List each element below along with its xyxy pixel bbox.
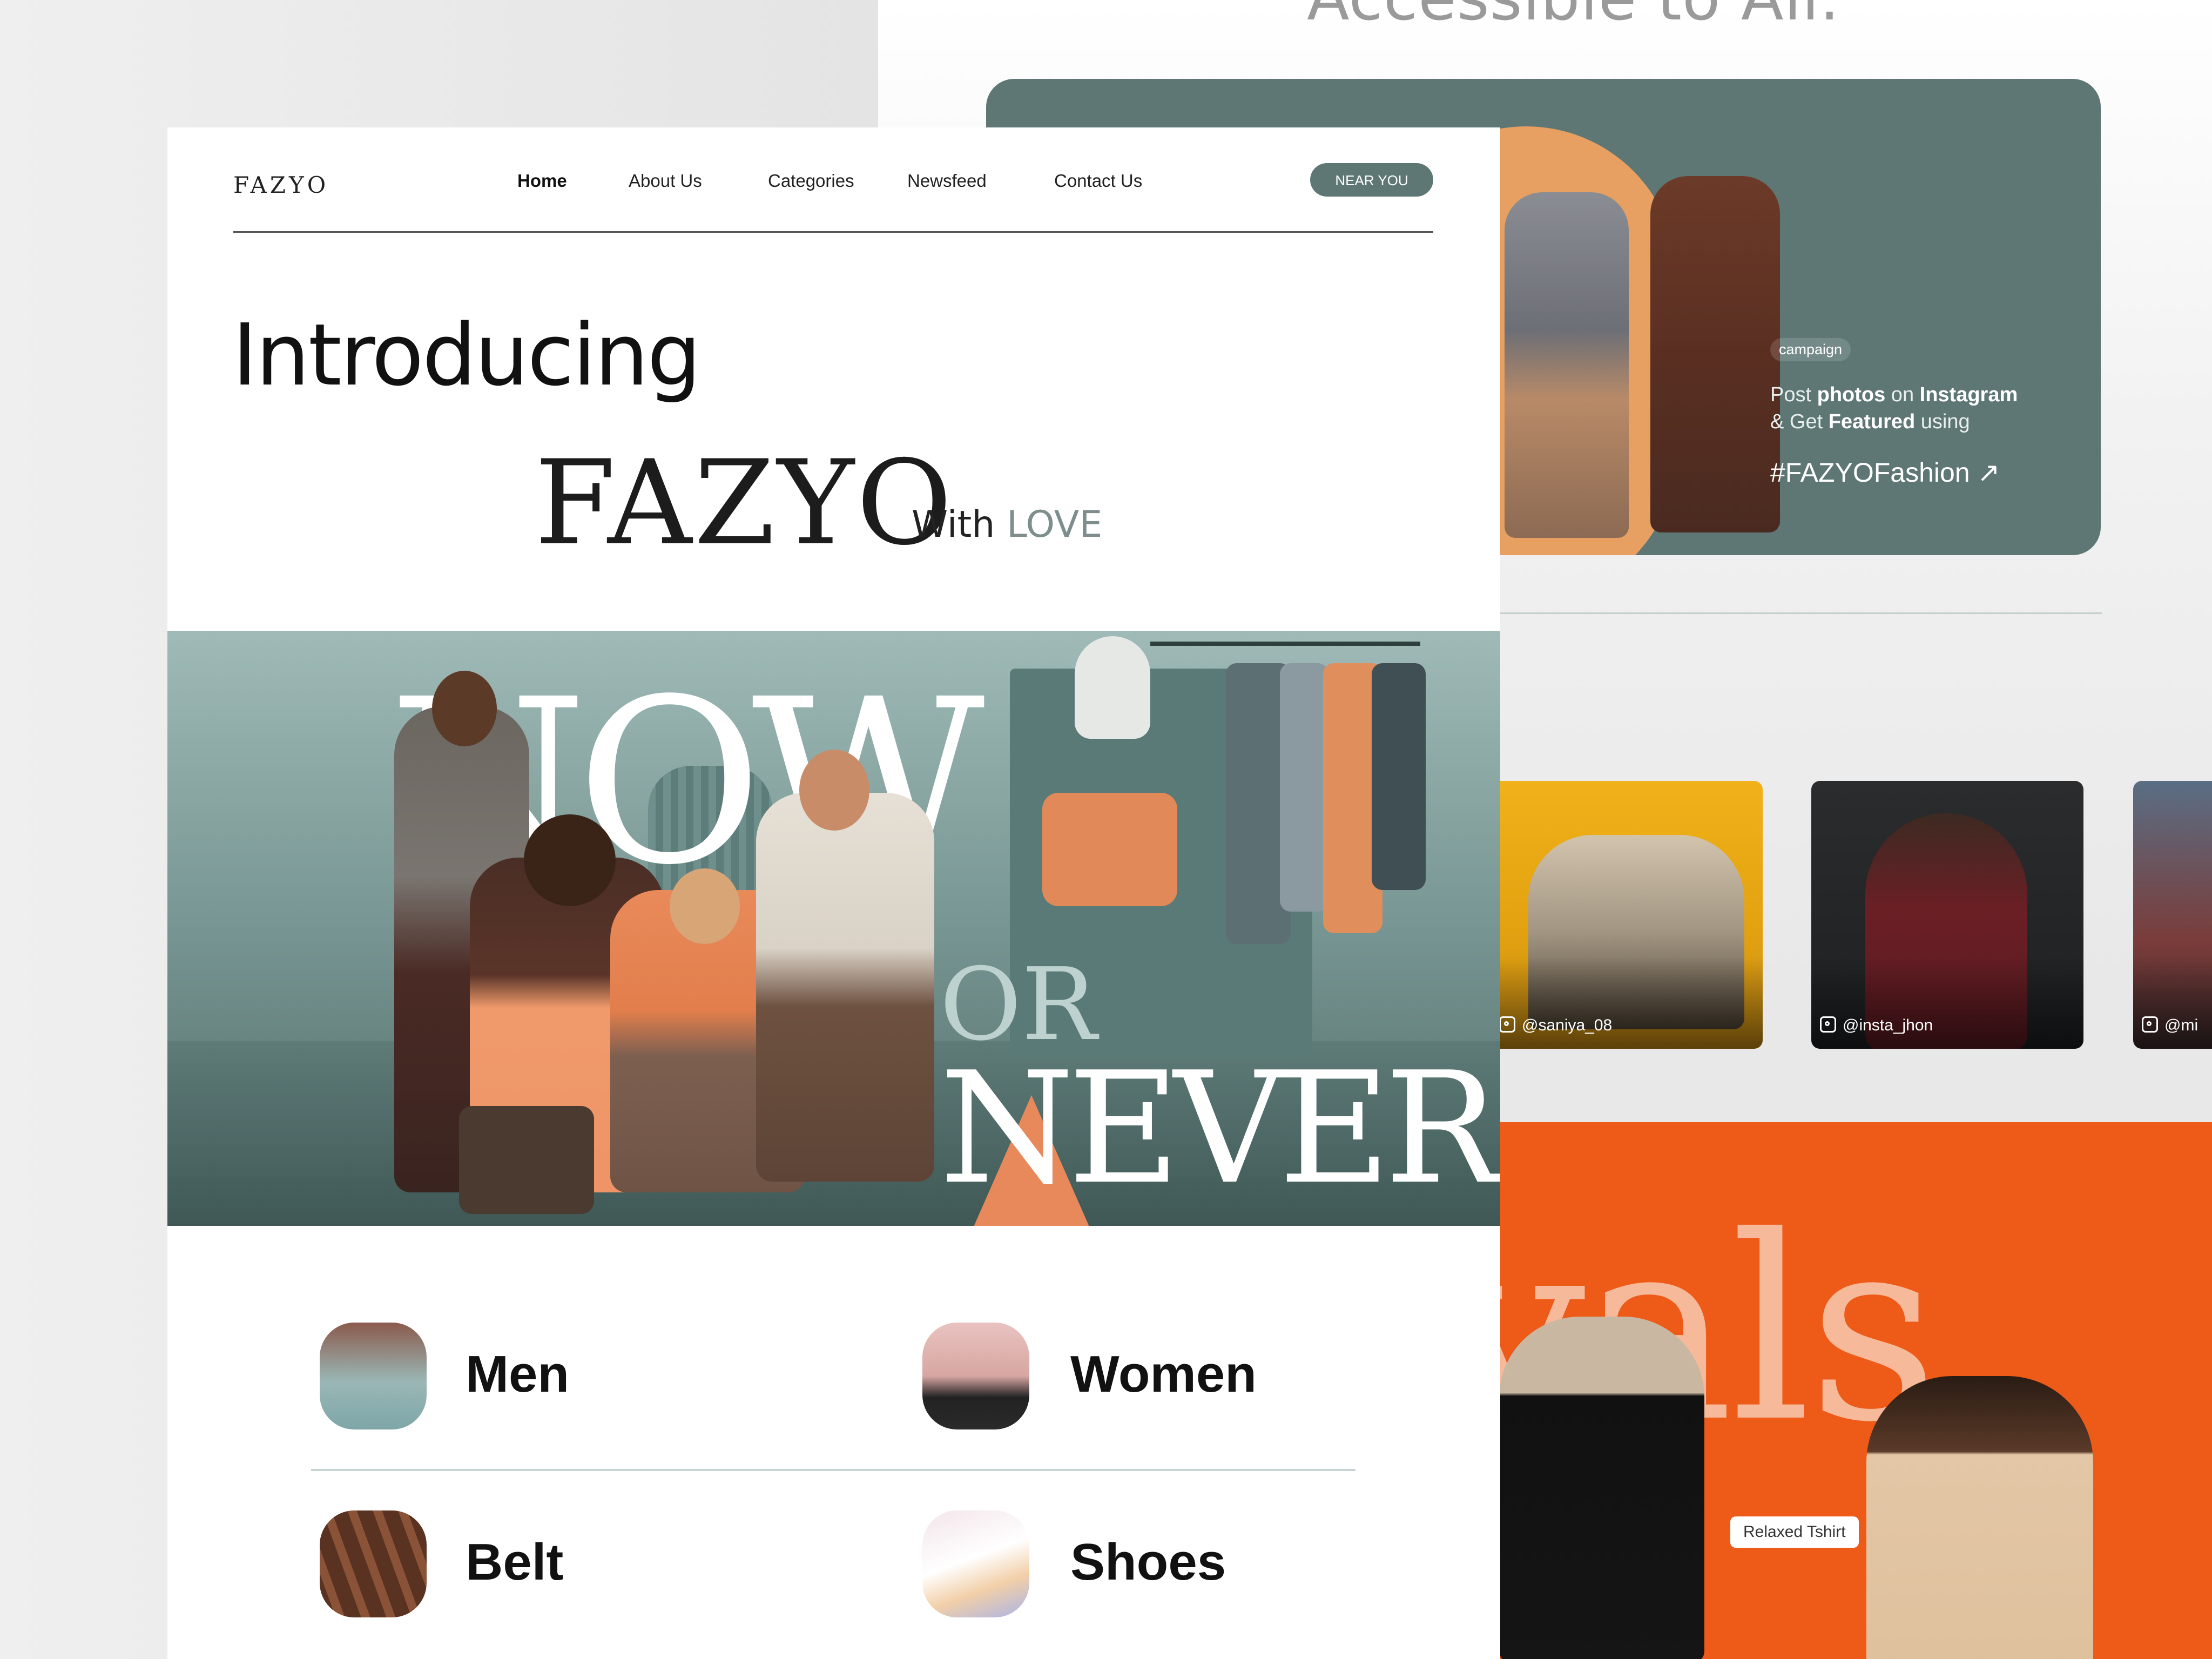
women-thumbnail [922,1323,1029,1429]
campaign-hashtag-link[interactable]: #FAZYOFashion ↗ [1770,457,2000,488]
instagram-icon [2142,1016,2158,1033]
model-beige-tshirt [1866,1376,2093,1659]
model-woman-curly-head [524,814,616,906]
instagram-handle: @insta_jhon [1820,1016,1933,1035]
men-label: Men [466,1345,569,1403]
site-logo[interactable]: FAZYO [233,172,329,198]
near-you-button[interactable]: NEAR YOU [1310,163,1433,197]
categories-divider [311,1469,1355,1471]
instagram-handle: @saniya_08 [1499,1016,1612,1035]
instagram-post-card[interactable]: @saniya_08 [1491,781,1763,1049]
hat [1075,636,1150,739]
background-headline: Accessible to All. [1307,0,1840,35]
post-shade [1811,957,2083,1049]
instagram-handle: @mi [2142,1016,2198,1035]
campaign-model-woman [1505,192,1629,538]
section-divider [1499,612,2102,614]
model-man-right [756,793,934,1182]
instagram-icon [1820,1016,1836,1033]
women-label: Women [1070,1345,1257,1403]
model-man-right-head [799,750,869,831]
men-thumbnail [320,1323,427,1429]
nav-about-us[interactable]: About Us [629,171,702,191]
instagram-post-card[interactable]: @insta_jhon [1811,781,2083,1049]
campaign-description: Post photos on Instagram & Get Featured … [1770,383,2018,433]
shoes-thumbnail [922,1510,1029,1617]
nav-home[interactable]: Home [517,171,567,191]
nav-newsfeed[interactable]: Newsfeed [907,171,987,191]
brand-wordmark: FAZYO [535,435,954,571]
instagram-icon [1499,1016,1515,1033]
orange-handbag [1042,793,1177,906]
new-arrivals-section: ivals Relaxed Tshirt [1499,1122,2212,1659]
belt-thumbnail [320,1510,427,1617]
intro-title: Introducing [232,306,701,405]
shoes-label: Shoes [1070,1533,1226,1591]
nav-categories[interactable]: Categories [768,171,854,191]
retro-tv [459,1106,594,1214]
landing-page-card: FAZYO Home About Us Categories Newsfeed … [167,127,1500,1659]
model-black-tshirt [1499,1317,1704,1659]
nav-contact-us[interactable]: Contact Us [1054,171,1142,191]
header-divider [233,231,1433,233]
post-shade [1491,957,1763,1049]
campaign-model-man [1650,176,1780,532]
hero-banner[interactable]: NOW OR NEVER [167,631,1500,1226]
campaign-tag: campaign [1770,338,1851,361]
hero-word-never: NEVER [940,1039,1500,1218]
brand-tagline: With LOVE [912,503,1103,546]
model-man-left-head [432,671,497,746]
instagram-post-card[interactable]: @mi [2133,781,2212,1049]
model-woman-blonde-head [670,868,740,944]
post-shade [2133,957,2212,1049]
product-label[interactable]: Relaxed Tshirt [1730,1516,1859,1548]
belt-label: Belt [466,1533,564,1591]
